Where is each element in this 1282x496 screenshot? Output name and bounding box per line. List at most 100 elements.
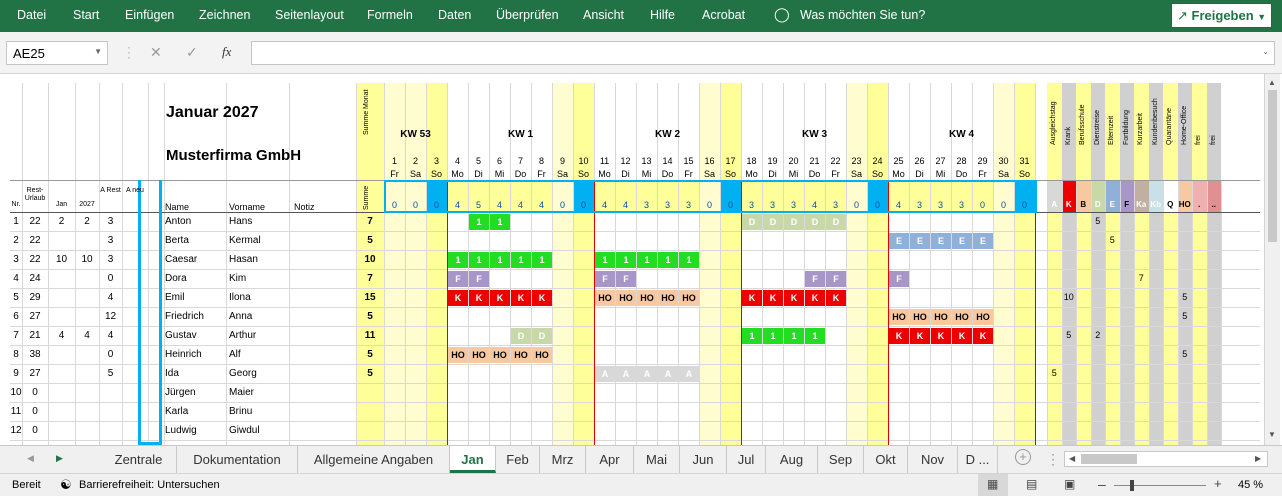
vertical-scroll-thumb[interactable]: [1268, 90, 1277, 242]
absence-entry[interactable]: E: [931, 233, 951, 249]
menu-daten[interactable]: Daten: [438, 8, 471, 22]
absence-entry[interactable]: F: [889, 271, 909, 287]
absence-entry[interactable]: F: [595, 271, 615, 287]
add-sheet-icon[interactable]: +: [1015, 449, 1031, 465]
absence-entry[interactable]: K: [931, 328, 951, 344]
absence-entry[interactable]: HO: [973, 309, 993, 325]
tab-okt[interactable]: Okt: [864, 446, 908, 473]
tab-jun[interactable]: Jun: [680, 446, 727, 473]
tab-mrz[interactable]: Mrz: [540, 446, 586, 473]
absence-entry[interactable]: F: [469, 271, 489, 287]
absence-entry[interactable]: HO: [910, 309, 930, 325]
tab-mai[interactable]: Mai: [634, 446, 680, 473]
menu-zeichnen[interactable]: Zeichnen: [199, 8, 250, 22]
absence-entry[interactable]: K: [763, 290, 783, 306]
absence-entry[interactable]: HO: [469, 347, 489, 363]
absence-entry[interactable]: 1: [658, 252, 678, 268]
absence-entry[interactable]: F: [616, 271, 636, 287]
menu-ueberpruefen[interactable]: Überprüfen: [496, 8, 559, 22]
tab-aug[interactable]: Aug: [766, 446, 818, 473]
tab-jan[interactable]: Jan: [450, 446, 496, 473]
absence-entry[interactable]: D: [742, 214, 762, 230]
tab-sep[interactable]: Sep: [818, 446, 864, 473]
absence-entry[interactable]: K: [742, 290, 762, 306]
tab-d-[interactable]: D ...: [958, 446, 998, 473]
page-layout-icon[interactable]: ▤: [1026, 477, 1037, 491]
tab-dokumentation[interactable]: Dokumentation: [177, 446, 298, 473]
tab-apr[interactable]: Apr: [586, 446, 634, 473]
tab-nov[interactable]: Nov: [908, 446, 958, 473]
absence-entry[interactable]: E: [973, 233, 993, 249]
chevron-down-icon[interactable]: ⌄: [1262, 47, 1269, 56]
worksheet-area[interactable]: Januar 2027 Musterfirma GmbH Summe Monat Su…: [0, 74, 1282, 445]
absence-entry[interactable]: D: [826, 214, 846, 230]
absence-entry[interactable]: 1: [742, 328, 762, 344]
absence-entry[interactable]: K: [511, 290, 531, 306]
check-icon[interactable]: ✓: [186, 44, 198, 61]
absence-entry[interactable]: D: [784, 214, 804, 230]
name-box[interactable]: AE25 ▼: [6, 41, 108, 65]
absence-entry[interactable]: HO: [595, 290, 615, 306]
tab-feb[interactable]: Feb: [496, 446, 540, 473]
tab-allgemeine-angaben[interactable]: Allgemeine Angaben: [298, 446, 450, 473]
split-handle-icon[interactable]: ⋮: [1046, 451, 1060, 468]
scroll-up-icon[interactable]: ▲: [1268, 78, 1276, 87]
absence-entry[interactable]: A: [658, 366, 678, 382]
absence-entry[interactable]: K: [532, 290, 552, 306]
absence-entry[interactable]: HO: [532, 347, 552, 363]
menu-ansicht[interactable]: Ansicht: [583, 8, 624, 22]
absence-entry[interactable]: K: [826, 290, 846, 306]
tab-scroll-left-icon[interactable]: ◀: [27, 453, 34, 464]
horizontal-scrollbar[interactable]: ◀ ▶: [1064, 451, 1268, 467]
fx-icon[interactable]: fx: [222, 44, 231, 60]
vertical-scrollbar[interactable]: ▲ ▼: [1264, 74, 1280, 445]
vacation-planner-grid[interactable]: Januar 2027 Musterfirma GmbH Summe Monat Su…: [10, 83, 1260, 445]
formula-input[interactable]: ⌄: [251, 41, 1275, 65]
absence-entry[interactable]: 1: [679, 252, 699, 268]
absence-entry[interactable]: K: [448, 290, 468, 306]
absence-entry[interactable]: F: [805, 271, 825, 287]
absence-entry[interactable]: E: [889, 233, 909, 249]
absence-entry[interactable]: 1: [490, 252, 510, 268]
zoom-in-icon[interactable]: +: [1214, 476, 1222, 491]
absence-entry[interactable]: E: [952, 233, 972, 249]
absence-entry[interactable]: D: [511, 328, 531, 344]
absence-entry[interactable]: A: [616, 366, 636, 382]
absence-entry[interactable]: 1: [595, 252, 615, 268]
absence-entry[interactable]: D: [763, 214, 783, 230]
absence-entry[interactable]: HO: [490, 347, 510, 363]
absence-entry[interactable]: F: [448, 271, 468, 287]
menu-einfuegen[interactable]: Einfügen: [125, 8, 174, 22]
absence-entry[interactable]: 1: [511, 252, 531, 268]
absence-entry[interactable]: HO: [448, 347, 468, 363]
absence-entry[interactable]: HO: [889, 309, 909, 325]
tell-me-search[interactable]: Was möchten Sie tun?: [800, 8, 925, 22]
share-button[interactable]: ↗ Freigeben ▼: [1171, 3, 1272, 28]
chevron-down-icon[interactable]: ▼: [94, 47, 102, 56]
horizontal-scroll-thumb[interactable]: [1081, 454, 1137, 464]
absence-entry[interactable]: 1: [805, 328, 825, 344]
zoom-slider[interactable]: [1114, 485, 1206, 486]
absence-entry[interactable]: HO: [616, 290, 636, 306]
absence-entry[interactable]: A: [637, 366, 657, 382]
absence-entry[interactable]: 1: [490, 214, 510, 230]
absence-entry[interactable]: HO: [679, 290, 699, 306]
zoom-out-icon[interactable]: –: [1098, 476, 1106, 492]
absence-entry[interactable]: 1: [532, 252, 552, 268]
absence-entry[interactable]: HO: [658, 290, 678, 306]
menu-formeln[interactable]: Formeln: [367, 8, 413, 22]
absence-entry[interactable]: A: [679, 366, 699, 382]
absence-entry[interactable]: K: [805, 290, 825, 306]
page-break-icon[interactable]: ▣: [1064, 477, 1075, 491]
absence-entry[interactable]: HO: [931, 309, 951, 325]
zoom-level[interactable]: 45 %: [1238, 479, 1263, 491]
scroll-left-icon[interactable]: ◀: [1069, 454, 1075, 463]
absence-entry[interactable]: 1: [637, 252, 657, 268]
accessibility-status[interactable]: Barrierefreiheit: Untersuchen: [79, 479, 220, 491]
absence-entry[interactable]: D: [805, 214, 825, 230]
absence-entry[interactable]: K: [973, 328, 993, 344]
absence-entry[interactable]: K: [952, 328, 972, 344]
absence-entry[interactable]: 1: [469, 252, 489, 268]
absence-entry[interactable]: F: [826, 271, 846, 287]
tab-scroll-right-icon[interactable]: ▶: [56, 453, 63, 464]
